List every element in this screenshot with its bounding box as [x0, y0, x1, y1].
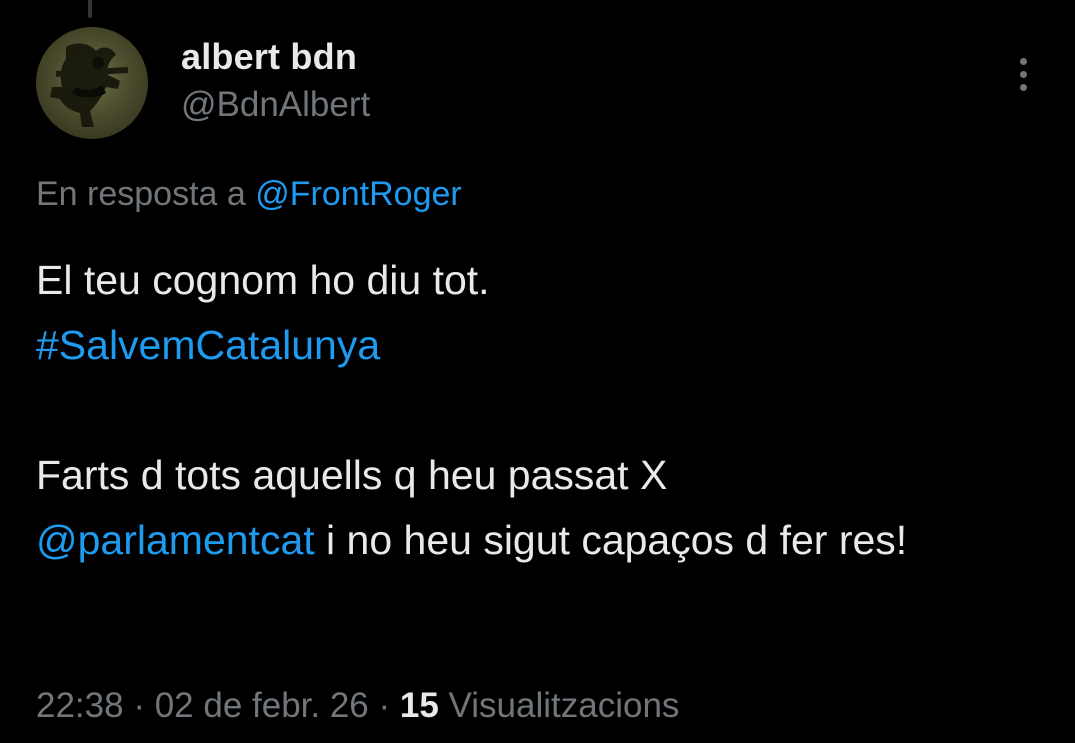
more-vertical-icon — [1019, 57, 1027, 65]
tweet-text-line: Farts d tots aquells q heu passat X — [36, 452, 668, 498]
author-handle[interactable]: @BdnAlbert — [181, 84, 370, 126]
reply-prefix: En resposta a — [36, 175, 246, 213]
tweet-text-line: El teu cognom ho diu tot. — [36, 257, 490, 303]
avatar-image — [50, 43, 128, 127]
meta-separator: · — [368, 686, 400, 725]
reply-context: En resposta a @FrontRoger — [36, 172, 462, 216]
views-count[interactable]: 15 — [400, 686, 439, 725]
tweet-text-line: i no heu sigut capaços d fer res! — [314, 517, 908, 563]
tweet-text: El teu cognom ho diu tot. #SalvemCatalun… — [36, 248, 1046, 573]
views-label: Visualitzacions — [438, 686, 680, 725]
tweet-time[interactable]: 22:38 — [36, 686, 124, 725]
more-options-button[interactable] — [1008, 54, 1038, 94]
author-block[interactable]: albert bdn @BdnAlbert — [181, 36, 370, 126]
avatar[interactable] — [36, 27, 148, 139]
tweet-meta: 22:38 · 02 de febr. 26 · 15 Visualitzaci… — [36, 683, 679, 729]
mention-link[interactable]: @parlamentcat — [36, 517, 315, 563]
thread-connector-line — [88, 0, 92, 18]
more-vertical-icon — [1019, 83, 1027, 91]
meta-separator: · — [123, 686, 155, 725]
author-display-name[interactable]: albert bdn — [181, 36, 370, 78]
tweet-date[interactable]: 02 de febr. 26 — [155, 686, 369, 725]
more-vertical-icon — [1019, 70, 1027, 78]
hashtag-link[interactable]: #SalvemCatalunya — [36, 313, 1046, 378]
reply-mention-link[interactable]: @FrontRoger — [255, 175, 461, 213]
